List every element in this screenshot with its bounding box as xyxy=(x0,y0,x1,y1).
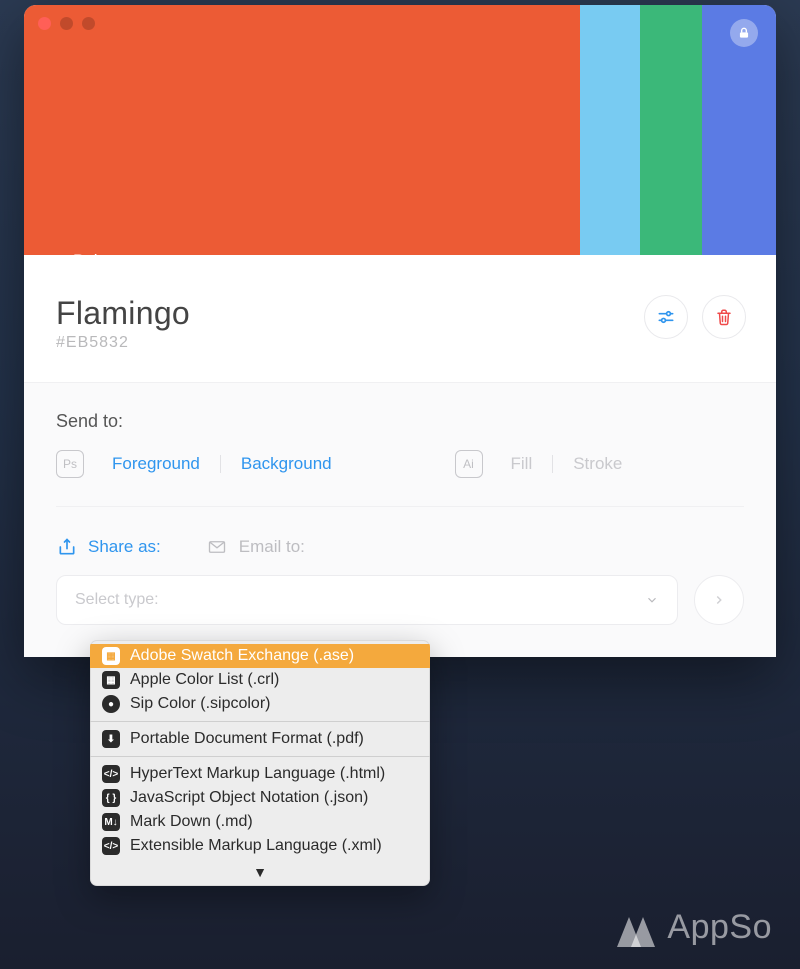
mail-icon xyxy=(205,538,229,556)
chevron-down-icon xyxy=(645,593,659,607)
dropdown-item-label: Sip Color (.sipcolor) xyxy=(130,695,270,713)
chevron-right-icon xyxy=(712,593,726,607)
app-window: Palette Flamingo #EB5832 xyxy=(24,5,776,657)
send-share-section: Send to: Ps Foreground Background Ai Fil… xyxy=(24,382,776,657)
dropdown-item[interactable]: ▦ Adobe Swatch Exchange (.ase) xyxy=(90,644,430,668)
grid-icon: ▦ xyxy=(102,671,120,689)
divider xyxy=(552,455,553,473)
back-label: Palette xyxy=(73,251,126,255)
minimize-window-button[interactable] xyxy=(60,17,73,30)
ai-stroke-option: Stroke xyxy=(573,454,622,474)
dropdown-item-label: Extensible Markup Language (.xml) xyxy=(130,837,382,855)
color-header: Flamingo #EB5832 xyxy=(24,255,776,382)
dropdown-item[interactable]: ● Sip Color (.sipcolor) xyxy=(90,692,430,716)
dropdown-more-indicator[interactable]: ▼ xyxy=(90,862,430,886)
share-row: Share as: Email to: xyxy=(56,506,744,575)
palette-swatch[interactable] xyxy=(24,5,580,255)
dropdown-item-label: Portable Document Format (.pdf) xyxy=(130,730,364,748)
dropdown-item[interactable]: ⬇ Portable Document Format (.pdf) xyxy=(90,727,430,751)
dropdown-item[interactable]: { } JavaScript Object Notation (.json) xyxy=(90,786,430,810)
lock-button[interactable] xyxy=(730,19,758,47)
type-select[interactable]: Select type: xyxy=(56,575,678,625)
back-nav[interactable]: Palette xyxy=(24,233,776,255)
appso-logo-icon xyxy=(617,909,655,947)
select-placeholder: Select type: xyxy=(75,591,159,609)
email-to-label: Email to: xyxy=(239,537,305,557)
divider xyxy=(220,455,221,473)
palette-swatch[interactable] xyxy=(640,5,702,255)
dropdown-item[interactable]: ▦ Apple Color List (.crl) xyxy=(90,668,430,692)
watermark-text: AppSo xyxy=(667,908,772,947)
color-name: Flamingo xyxy=(56,295,190,332)
ai-fill-option: Fill xyxy=(511,454,533,474)
dropdown-item[interactable]: </> HyperText Markup Language (.html) xyxy=(90,762,430,786)
email-to[interactable]: Email to: xyxy=(205,537,305,557)
dropdown-item[interactable]: M↓ Mark Down (.md) xyxy=(90,810,430,834)
grid-icon: ▦ xyxy=(102,647,120,665)
photoshop-icon[interactable]: Ps xyxy=(56,450,84,478)
settings-button[interactable] xyxy=(644,295,688,339)
share-icon xyxy=(56,537,78,557)
dropdown-item-label: JavaScript Object Notation (.json) xyxy=(130,789,368,807)
dropdown-separator xyxy=(90,756,430,757)
palette-strip: Palette xyxy=(24,5,776,255)
dropdown-item-label: Mark Down (.md) xyxy=(130,813,253,831)
delete-button[interactable] xyxy=(702,295,746,339)
drop-icon: ● xyxy=(102,695,120,713)
watermark: AppSo xyxy=(617,908,772,947)
trash-icon xyxy=(715,307,733,327)
dropdown-item-label: Adobe Swatch Exchange (.ase) xyxy=(130,647,354,665)
zoom-window-button[interactable] xyxy=(82,17,95,30)
illustrator-options: Fill Stroke xyxy=(511,454,623,474)
dropdown-item-label: HyperText Markup Language (.html) xyxy=(130,765,385,783)
dropdown-item[interactable]: </> Extensible Markup Language (.xml) xyxy=(90,834,430,858)
pdf-icon: ⬇ xyxy=(102,730,120,748)
submit-button[interactable] xyxy=(694,575,744,625)
photoshop-options: Foreground Background xyxy=(112,454,332,474)
palette-swatch[interactable] xyxy=(580,5,640,255)
dropdown-separator xyxy=(90,721,430,722)
code-icon: </> xyxy=(102,837,120,855)
window-controls[interactable] xyxy=(38,17,95,30)
lock-icon xyxy=(737,26,751,40)
file-type-dropdown[interactable]: ▦ Adobe Swatch Exchange (.ase) ▦ Apple Colo… xyxy=(90,640,430,886)
close-window-button[interactable] xyxy=(38,17,51,30)
share-as[interactable]: Share as: xyxy=(56,537,161,557)
illustrator-icon: Ai xyxy=(455,450,483,478)
ps-foreground-option[interactable]: Foreground xyxy=(112,454,200,474)
color-hex: #EB5832 xyxy=(56,334,190,352)
md-icon: M↓ xyxy=(102,813,120,831)
code-icon: </> xyxy=(102,765,120,783)
sliders-icon xyxy=(656,307,676,327)
send-to-row: Ps Foreground Background Ai Fill Stroke xyxy=(56,450,744,478)
share-as-label: Share as: xyxy=(88,537,161,557)
ps-background-option[interactable]: Background xyxy=(241,454,332,474)
send-to-heading: Send to: xyxy=(56,411,744,432)
braces-icon: { } xyxy=(102,789,120,807)
dropdown-item-label: Apple Color List (.crl) xyxy=(130,671,279,689)
